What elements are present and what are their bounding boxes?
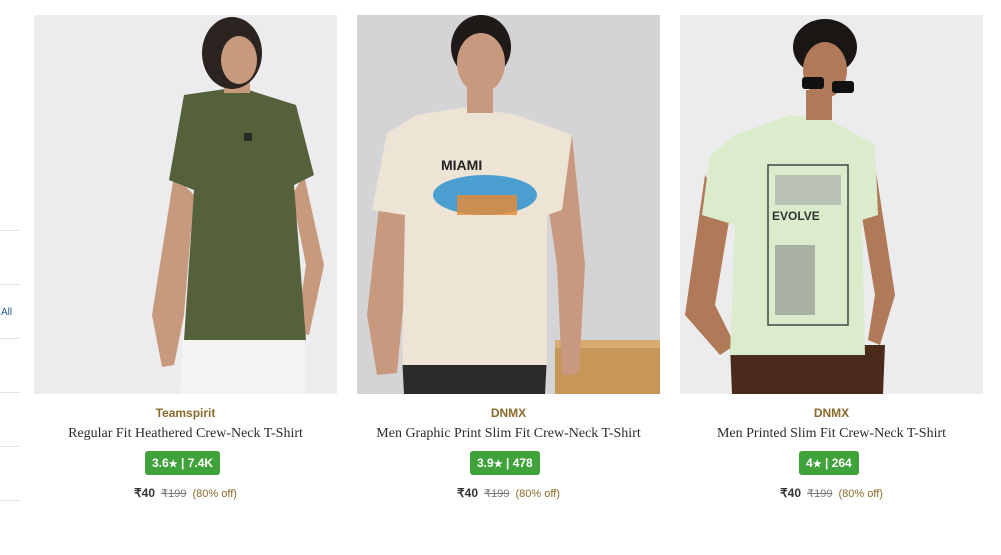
product-image[interactable]: MIAMI bbox=[357, 15, 660, 394]
price-row: ₹40 ₹199 (80% off) bbox=[34, 486, 337, 500]
discount-label: (80% off) bbox=[192, 488, 237, 500]
rating-count: 7.4K bbox=[187, 456, 214, 470]
shirt-print-text: EVOLVE bbox=[772, 209, 820, 223]
rating-value: 3.9 bbox=[477, 456, 494, 470]
rating-count: 478 bbox=[512, 456, 533, 470]
product-card[interactable]: EVOLVE DNMX Men Printed Slim Fit Crew-Ne… bbox=[680, 15, 983, 515]
product-card[interactable]: MIAMI DNMX Men Graphic Print Slim Fit Cr… bbox=[357, 15, 660, 515]
rating-value: 3.6 bbox=[152, 456, 169, 470]
shirt-print-text: MIAMI bbox=[441, 157, 482, 173]
product-title[interactable]: Men Graphic Print Slim Fit Crew-Neck T-S… bbox=[357, 426, 660, 442]
rating-badge: 3.6★ | 7.4K bbox=[145, 451, 221, 475]
price-row: ₹40 ₹199 (80% off) bbox=[357, 486, 660, 500]
divider bbox=[0, 392, 20, 393]
product-brand: DNMX bbox=[490, 406, 527, 420]
product-brand: DNMX bbox=[813, 406, 850, 420]
price-row: ₹40 ₹199 (80% off) bbox=[680, 486, 983, 500]
discount-label: (80% off) bbox=[515, 488, 560, 500]
star-icon: ★ bbox=[168, 459, 178, 470]
divider bbox=[0, 230, 20, 231]
view-all-link[interactable]: All bbox=[1, 307, 12, 318]
divider bbox=[0, 338, 20, 339]
mrp-price: ₹199 bbox=[484, 488, 510, 500]
product-title[interactable]: Regular Fit Heathered Crew-Neck T-Shirt bbox=[34, 426, 337, 442]
selling-price: ₹40 bbox=[457, 486, 479, 500]
product-card[interactable]: Teamspirit Regular Fit Heathered Crew-Ne… bbox=[34, 15, 337, 515]
star-icon: ★ bbox=[493, 459, 503, 470]
star-icon: ★ bbox=[812, 459, 822, 470]
rating-badge: 4★ | 264 bbox=[799, 451, 859, 475]
rating-value: 4 bbox=[806, 456, 813, 470]
divider bbox=[0, 284, 20, 285]
divider bbox=[0, 446, 20, 447]
filter-sidebar-edge: All bbox=[0, 0, 20, 555]
divider bbox=[0, 500, 20, 501]
product-image[interactable]: EVOLVE bbox=[680, 15, 983, 394]
product-image[interactable] bbox=[34, 15, 337, 394]
mrp-price: ₹199 bbox=[161, 488, 187, 500]
product-grid: Teamspirit Regular Fit Heathered Crew-Ne… bbox=[34, 15, 984, 535]
rating-badge: 3.9★ | 478 bbox=[470, 451, 540, 475]
selling-price: ₹40 bbox=[780, 486, 802, 500]
product-brand: Teamspirit bbox=[155, 406, 216, 420]
rating-count: 264 bbox=[831, 456, 852, 470]
product-title[interactable]: Men Printed Slim Fit Crew-Neck T-Shirt bbox=[680, 426, 983, 442]
mrp-price: ₹199 bbox=[807, 488, 833, 500]
discount-label: (80% off) bbox=[838, 488, 883, 500]
selling-price: ₹40 bbox=[134, 486, 156, 500]
